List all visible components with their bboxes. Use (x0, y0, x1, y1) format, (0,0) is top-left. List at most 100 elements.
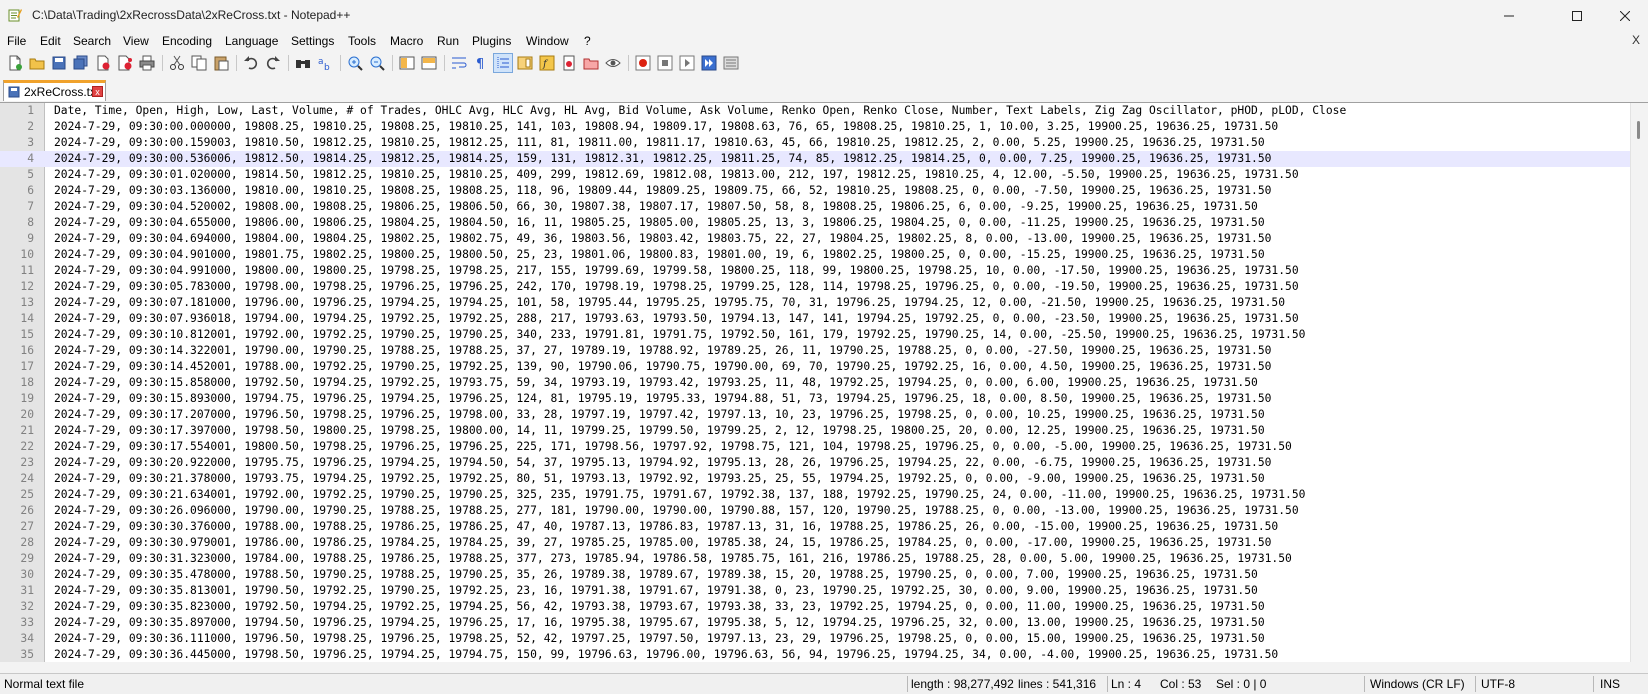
monitoring-icon[interactable] (604, 54, 622, 72)
editor-line[interactable]: 13 2024-7-29, 09:30:07.181000, 19796.00, … (0, 295, 1630, 311)
menu-window[interactable]: Window (526, 34, 569, 48)
editor-line[interactable]: 14 2024-7-29, 09:30:07.936018, 19794.00, … (0, 311, 1630, 327)
new-file-icon[interactable] (6, 54, 24, 72)
status-encoding[interactable]: UTF-8 (1481, 677, 1515, 691)
editor-line[interactable]: 31 2024-7-29, 09:30:35.813001, 19790.50, … (0, 583, 1630, 599)
editor-line[interactable]: 4 2024-7-29, 09:30:00.536006, 19812.50, 1… (0, 151, 1630, 167)
line-text[interactable]: 2024-7-29, 09:30:04.901000, 19801.75, 19… (54, 247, 1265, 263)
line-text[interactable]: 2024-7-29, 09:30:36.445000, 19798.50, 19… (54, 647, 1278, 662)
maximize-button[interactable] (1554, 0, 1600, 31)
line-text[interactable]: 2024-7-29, 09:30:17.207000, 19796.50, 19… (54, 407, 1265, 423)
document-map-icon[interactable] (516, 54, 534, 72)
editor-line[interactable]: 26 2024-7-29, 09:30:26.096000, 19790.00, … (0, 503, 1630, 519)
line-text[interactable]: 2024-7-29, 09:30:17.554001, 19800.50, 19… (54, 439, 1292, 455)
save-icon[interactable] (50, 54, 68, 72)
line-text[interactable]: 2024-7-29, 09:30:14.452001, 19788.00, 19… (54, 359, 1271, 375)
editor-line[interactable]: 12 2024-7-29, 09:30:05.783000, 19798.00, … (0, 279, 1630, 295)
editor-line[interactable]: 18 2024-7-29, 09:30:15.858000, 19792.50, … (0, 375, 1630, 391)
editor-line[interactable]: 3 2024-7-29, 09:30:00.159003, 19810.50, 1… (0, 135, 1630, 151)
close-window-button[interactable] (1602, 0, 1648, 31)
menu-settings[interactable]: Settings (291, 34, 334, 48)
line-text[interactable]: 2024-7-29, 09:30:30.376000, 19788.00, 19… (54, 519, 1278, 535)
editor-line[interactable]: 10 2024-7-29, 09:30:04.901000, 19801.75, … (0, 247, 1630, 263)
menu-file[interactable]: File (7, 34, 26, 48)
menu-run[interactable]: Run (437, 34, 459, 48)
menu-plugins[interactable]: Plugins (472, 34, 511, 48)
paste-icon[interactable] (212, 54, 230, 72)
status-eol-format[interactable]: Windows (CR LF) (1370, 677, 1465, 691)
editor-line[interactable]: 5 2024-7-29, 09:30:01.020000, 19814.50, 1… (0, 167, 1630, 183)
editor-line[interactable]: 33 2024-7-29, 09:30:35.897000, 19794.50, … (0, 615, 1630, 631)
copy-icon[interactable] (190, 54, 208, 72)
menu-tools[interactable]: Tools (348, 34, 376, 48)
function-list-icon[interactable]: f (538, 54, 556, 72)
status-insert-mode[interactable]: INS (1600, 677, 1620, 691)
zoom-out-icon[interactable] (368, 54, 386, 72)
editor-line[interactable]: 7 2024-7-29, 09:30:04.520002, 19808.00, 1… (0, 199, 1630, 215)
editor-line[interactable]: 32 2024-7-29, 09:30:35.823000, 19792.50, … (0, 599, 1630, 615)
editor-line[interactable]: 16 2024-7-29, 09:30:14.322001, 19790.00, … (0, 343, 1630, 359)
editor-line[interactable]: 8 2024-7-29, 09:30:04.655000, 19806.00, 1… (0, 215, 1630, 231)
editor-line[interactable]: 21 2024-7-29, 09:30:17.397000, 19798.50, … (0, 423, 1630, 439)
line-text[interactable]: 2024-7-29, 09:30:00.536006, 19812.50, 19… (54, 151, 1271, 167)
line-text[interactable]: 2024-7-29, 09:30:17.397000, 19798.50, 19… (54, 423, 1265, 439)
line-text[interactable]: 2024-7-29, 09:30:20.922000, 19795.75, 19… (54, 455, 1271, 471)
sync-horizontal-icon[interactable] (420, 54, 438, 72)
find-icon[interactable] (294, 54, 312, 72)
line-text[interactable]: 2024-7-29, 09:30:35.897000, 19794.50, 19… (54, 615, 1265, 631)
editor-line[interactable]: 15 2024-7-29, 09:30:10.812001, 19792.00, … (0, 327, 1630, 343)
menu-encoding[interactable]: Encoding (162, 34, 212, 48)
minimize-button[interactable] (1486, 0, 1532, 31)
editor-line[interactable]: 20 2024-7-29, 09:30:17.207000, 19796.50, … (0, 407, 1630, 423)
menu-help[interactable]: ? (584, 34, 591, 48)
editor-line[interactable]: 24 2024-7-29, 09:30:21.378000, 19793.75, … (0, 471, 1630, 487)
tab-2xrecross-txt[interactable]: 2xReCross.txt x (3, 80, 106, 101)
line-text[interactable]: 2024-7-29, 09:30:31.323000, 19784.00, 19… (54, 551, 1292, 567)
editor-line[interactable]: 6 2024-7-29, 09:30:03.136000, 19810.00, 1… (0, 183, 1630, 199)
menu-search[interactable]: Search (73, 34, 111, 48)
editor-line[interactable]: 35 2024-7-29, 09:30:36.445000, 19798.50, … (0, 647, 1630, 662)
editor-line[interactable]: 30 2024-7-29, 09:30:35.478000, 19788.50, … (0, 567, 1630, 583)
editor-line[interactable]: 22 2024-7-29, 09:30:17.554001, 19800.50, … (0, 439, 1630, 455)
save-all-icon[interactable] (72, 54, 90, 72)
zoom-in-icon[interactable] (346, 54, 364, 72)
line-text[interactable]: 2024-7-29, 09:30:14.322001, 19790.00, 19… (54, 343, 1271, 359)
line-text[interactable]: 2024-7-29, 09:30:35.823000, 19792.50, 19… (54, 599, 1265, 615)
playback-macro-icon[interactable] (678, 54, 696, 72)
line-text[interactable]: 2024-7-29, 09:30:00.159003, 19810.50, 19… (54, 135, 1265, 151)
print-icon[interactable] (138, 54, 156, 72)
vertical-scrollbar[interactable] (1630, 103, 1648, 662)
menu-edit[interactable]: Edit (40, 34, 61, 48)
line-text[interactable]: 2024-7-29, 09:30:00.000000, 19808.25, 19… (54, 119, 1278, 135)
redo-icon[interactable] (264, 54, 282, 72)
line-text[interactable]: 2024-7-29, 09:30:21.634001, 19792.00, 19… (54, 487, 1305, 503)
menu-language[interactable]: Language (225, 34, 278, 48)
editor-line[interactable]: 9 2024-7-29, 09:30:04.694000, 19804.00, 1… (0, 231, 1630, 247)
line-text[interactable]: 2024-7-29, 09:30:04.655000, 19806.00, 19… (54, 215, 1265, 231)
editor-line[interactable]: 19 2024-7-29, 09:30:15.893000, 19794.75, … (0, 391, 1630, 407)
editor-line[interactable]: 29 2024-7-29, 09:30:31.323000, 19784.00, … (0, 551, 1630, 567)
text-editor[interactable]: 1 Date, Time, Open, High, Low, Last, Volu… (0, 103, 1648, 662)
scrollbar-thumb[interactable] (1637, 121, 1640, 139)
line-text[interactable]: 2024-7-29, 09:30:04.520002, 19808.00, 19… (54, 199, 1258, 215)
editor-line[interactable]: 23 2024-7-29, 09:30:20.922000, 19795.75, … (0, 455, 1630, 471)
editor-line[interactable]: 11 2024-7-29, 09:30:04.991000, 19800.00, … (0, 263, 1630, 279)
line-text[interactable]: 2024-7-29, 09:30:35.813001, 19790.50, 19… (54, 583, 1258, 599)
sync-vertical-icon[interactable] (398, 54, 416, 72)
line-text[interactable]: 2024-7-29, 09:30:03.136000, 19810.00, 19… (54, 183, 1271, 199)
editor-line[interactable]: 34 2024-7-29, 09:30:36.111000, 19796.50, … (0, 631, 1630, 647)
open-file-icon[interactable] (28, 54, 46, 72)
stop-recording-icon[interactable] (656, 54, 674, 72)
replace-icon[interactable]: ab (316, 54, 334, 72)
run-macro-multiple-icon[interactable] (700, 54, 718, 72)
line-text[interactable]: 2024-7-29, 09:30:05.783000, 19798.00, 19… (54, 279, 1299, 295)
save-macro-icon[interactable] (722, 54, 740, 72)
line-text[interactable]: 2024-7-29, 09:30:36.111000, 19796.50, 19… (54, 631, 1265, 647)
line-text[interactable]: 2024-7-29, 09:30:35.478000, 19788.50, 19… (54, 567, 1258, 583)
editor-line[interactable]: 27 2024-7-29, 09:30:30.376000, 19788.00, … (0, 519, 1630, 535)
line-text[interactable]: 2024-7-29, 09:30:01.020000, 19814.50, 19… (54, 167, 1299, 183)
close-icon[interactable] (94, 54, 112, 72)
line-text[interactable]: 2024-7-29, 09:30:15.893000, 19794.75, 19… (54, 391, 1271, 407)
undo-icon[interactable] (242, 54, 260, 72)
line-text[interactable]: 2024-7-29, 09:30:30.979001, 19786.00, 19… (54, 535, 1271, 551)
